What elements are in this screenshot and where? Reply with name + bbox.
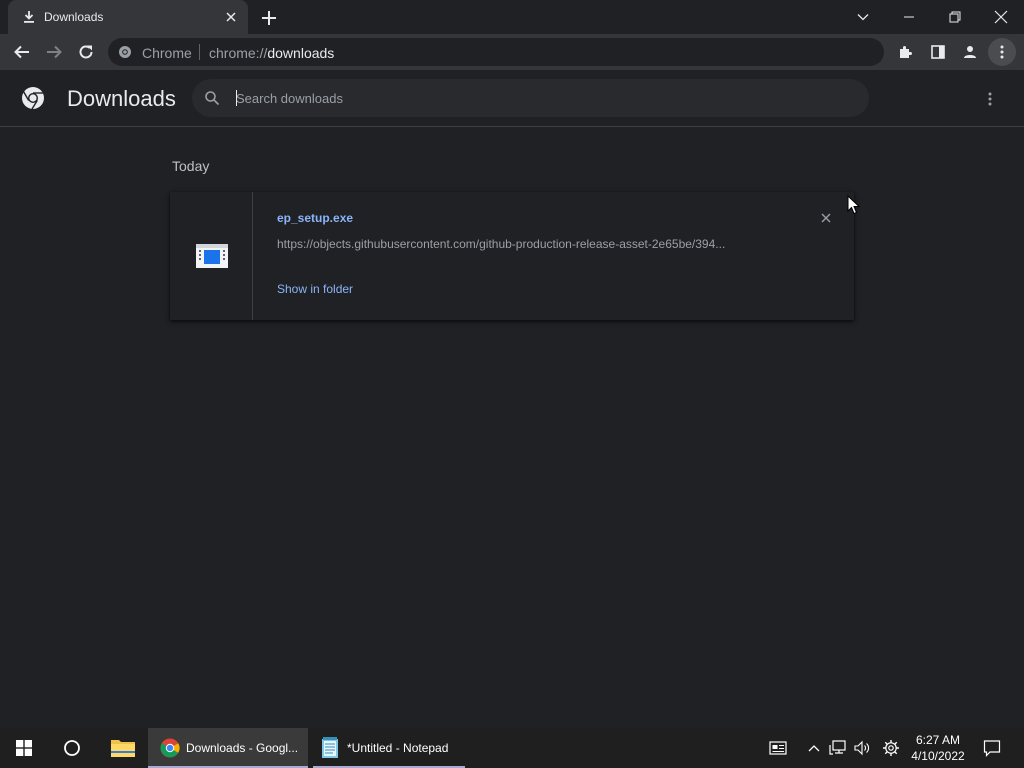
side-panel-button[interactable] (924, 38, 952, 66)
news-widget-button[interactable] (766, 728, 790, 768)
chrome-site-icon (119, 46, 131, 58)
profile-button[interactable] (956, 38, 984, 66)
taskbar-app-chrome[interactable]: Downloads - Googl... (148, 728, 308, 768)
back-button[interactable] (8, 38, 36, 66)
url-text: chrome://downloads (209, 45, 334, 61)
speaker-icon (854, 740, 869, 756)
tab-search-button[interactable] (840, 0, 886, 34)
download-icon (24, 11, 34, 23)
reload-icon (79, 45, 93, 59)
forward-button[interactable] (40, 38, 68, 66)
cortana-button[interactable] (56, 728, 88, 768)
gear-icon (883, 740, 899, 756)
chrome-icon (160, 738, 180, 758)
folder-icon (111, 740, 135, 757)
browser-window: Downloads Chrome chrome://downloads Down… (0, 0, 1024, 768)
action-center-button[interactable] (980, 728, 1004, 768)
restore-icon (949, 11, 961, 23)
url-scheme: chrome:// (209, 45, 268, 61)
notification-icon (983, 740, 1001, 757)
minimize-button[interactable] (886, 0, 932, 34)
file-source-url[interactable]: https://objects.githubusercontent.com/gi… (277, 237, 777, 251)
tab-close-icon[interactable] (222, 8, 240, 26)
show-in-folder-link[interactable]: Show in folder (277, 282, 353, 296)
tab-title: Downloads (44, 10, 104, 24)
show-hidden-icons-button[interactable] (806, 728, 822, 768)
reload-button[interactable] (72, 38, 100, 66)
chevron-down-icon (857, 14, 869, 21)
date-heading: Today (172, 158, 210, 174)
windows-logo-icon (16, 740, 32, 756)
notepad-icon (322, 737, 338, 758)
settings-button[interactable] (880, 728, 902, 768)
downloads-toolbar: Downloads (0, 70, 1024, 127)
network-button[interactable] (828, 728, 848, 768)
divider (199, 44, 200, 60)
file-icon-column (170, 192, 253, 320)
search-input[interactable] (236, 87, 836, 109)
download-item: ep_setup.exe https://objects.githubuserc… (170, 192, 854, 320)
exe-file-icon (196, 244, 228, 268)
url-host: downloads (267, 45, 335, 61)
search-icon (205, 91, 220, 106)
site-label: Chrome (142, 45, 192, 61)
chrome-menu-button[interactable] (988, 38, 1016, 66)
news-icon (769, 741, 787, 755)
taskbar-clock[interactable]: 6:27 AM 4/10/2022 (906, 732, 970, 764)
clock-time: 6:27 AM (915, 733, 961, 747)
taskbar-app-label: Downloads - Googl... (186, 741, 299, 755)
close-icon (821, 213, 831, 223)
chrome-logo-icon (22, 87, 44, 110)
taskbar-app-label: *Untitled - Notepad (347, 741, 449, 755)
clock-date: 4/10/2022 (911, 749, 965, 763)
file-name-link[interactable]: ep_setup.exe (277, 211, 353, 225)
puzzle-icon (900, 46, 912, 58)
page-title: Downloads (67, 86, 176, 111)
close-icon (994, 10, 1008, 24)
restore-button[interactable] (932, 0, 978, 34)
taskbar-app-notepad[interactable]: *Untitled - Notepad (313, 728, 465, 768)
extensions-button[interactable] (892, 38, 920, 66)
new-tab-icon[interactable] (258, 7, 280, 29)
minimize-icon (904, 16, 914, 18)
arrow-right-icon (47, 45, 62, 59)
side-panel-icon (931, 45, 945, 59)
text-caret (236, 90, 237, 106)
person-icon (964, 46, 976, 58)
chevron-up-icon (808, 745, 820, 752)
more-vert-icon (988, 92, 992, 106)
start-button[interactable] (8, 728, 40, 768)
remove-download-button[interactable] (817, 209, 835, 227)
tab-strip: Downloads (0, 0, 1024, 34)
search-box[interactable] (192, 79, 869, 117)
downloads-menu-button[interactable] (978, 87, 1002, 111)
file-explorer-button[interactable] (104, 728, 142, 768)
close-window-button[interactable] (978, 0, 1024, 34)
address-bar[interactable]: Chrome chrome://downloads (108, 38, 884, 66)
network-icon (829, 740, 846, 755)
tab-downloads[interactable]: Downloads (8, 0, 248, 34)
windows-taskbar: Downloads - Googl... *Untitled - Notepad (0, 728, 1024, 768)
mouse-cursor-icon (847, 195, 861, 215)
circle-icon (64, 740, 80, 756)
more-vert-icon (1000, 45, 1004, 59)
arrow-left-icon (14, 45, 29, 59)
volume-button[interactable] (852, 728, 872, 768)
